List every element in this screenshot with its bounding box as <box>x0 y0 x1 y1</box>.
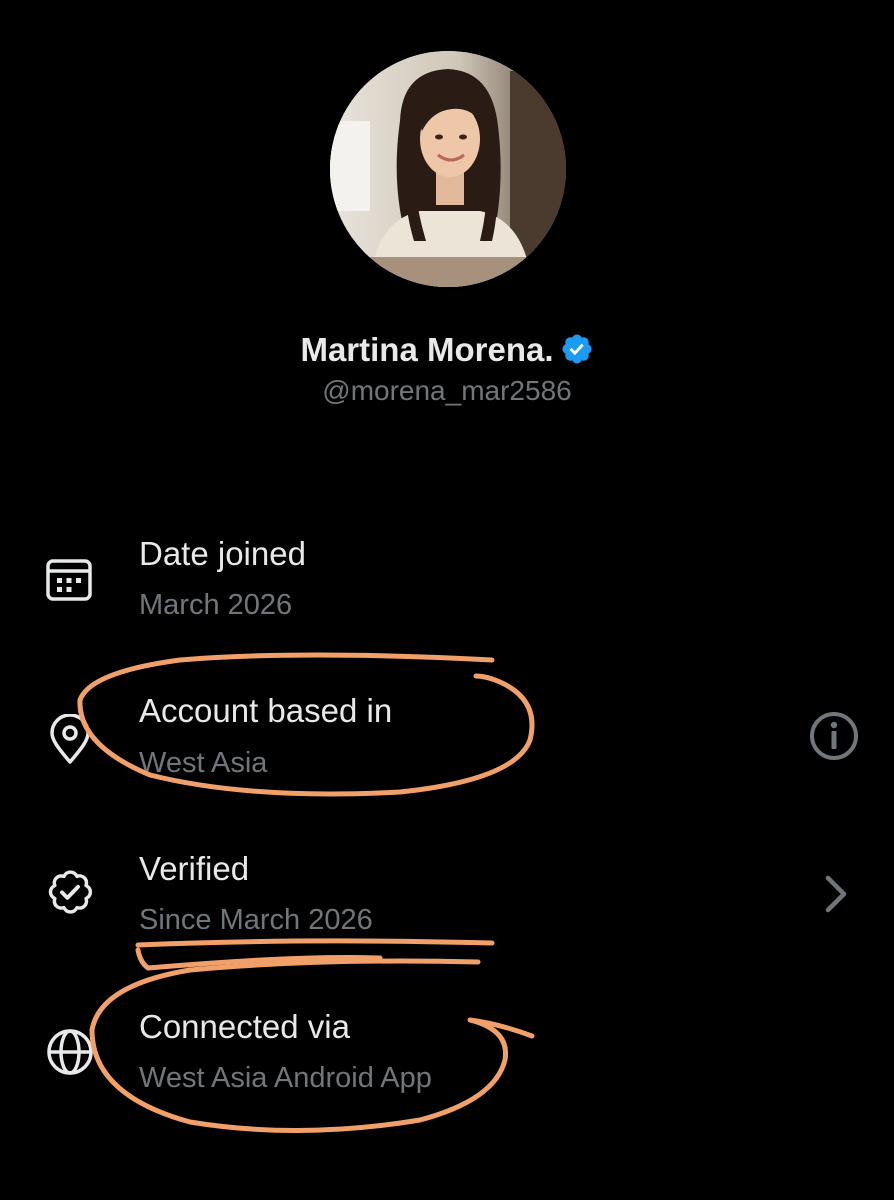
detail-row-account-based-in: Account based in West Asia <box>0 688 894 808</box>
info-icon[interactable] <box>806 708 862 764</box>
profile-name-row: Martina Morena. <box>0 328 894 372</box>
detail-title: Connected via <box>139 1008 350 1045</box>
detail-row-verified[interactable]: Verified Since March 2026 <box>0 846 894 966</box>
profile-name: Martina Morena. <box>300 331 554 368</box>
chevron-right-icon[interactable] <box>806 866 862 922</box>
location-pin-icon <box>44 713 96 766</box>
detail-row-connected-via: Connected via West Asia Android App <box>0 1004 894 1124</box>
detail-title: Date joined <box>139 535 306 572</box>
detail-value: West Asia <box>139 747 268 779</box>
profile-avatar[interactable] <box>330 51 566 287</box>
avatar-photo <box>330 51 566 287</box>
verified-check-icon[interactable] <box>560 332 594 366</box>
detail-value: March 2026 <box>139 589 293 621</box>
detail-title: Account based in <box>139 692 393 729</box>
detail-value: West Asia Android App <box>139 1062 432 1094</box>
calendar-icon <box>44 553 96 605</box>
profile-handle[interactable]: @morena_mar2586 <box>0 372 894 410</box>
globe-icon <box>44 1026 96 1078</box>
verified-seal-icon <box>44 866 96 918</box>
detail-row-date-joined: Date joined March 2026 <box>0 530 894 650</box>
detail-value: Since March 2026 <box>139 904 373 936</box>
detail-title: Verified <box>139 850 250 887</box>
